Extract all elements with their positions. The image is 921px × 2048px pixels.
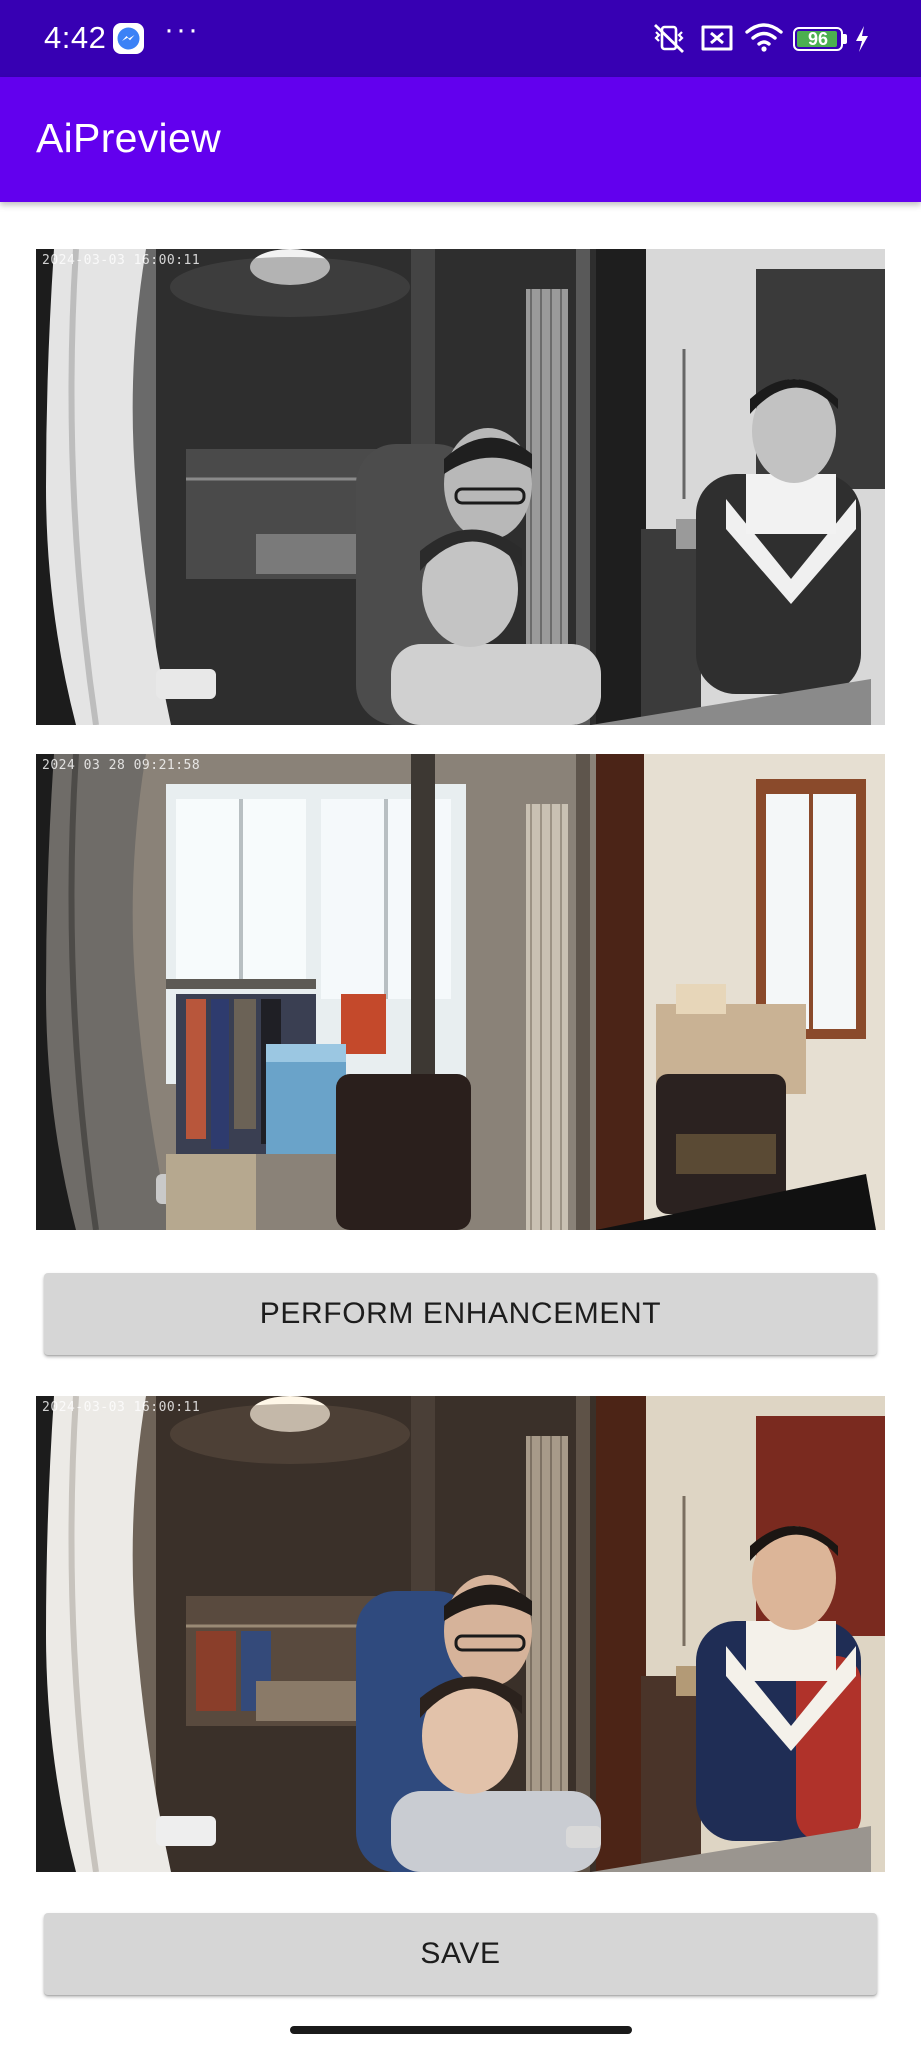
app-bar: AiPreview (0, 77, 921, 202)
more-notifications-icon: ··· (164, 13, 200, 46)
battery-tip (843, 34, 847, 44)
perform-enhancement-button[interactable]: PERFORM ENHANCEMENT (44, 1273, 877, 1355)
image-timestamp: 2024-03-03 16:00:11 (42, 1400, 201, 1415)
save-button[interactable]: SAVE (44, 1913, 877, 1995)
navigation-gesture-handle[interactable] (290, 2026, 632, 2034)
status-time: 4:42 (44, 20, 107, 55)
image-timestamp: 2024-03-03 16:00:11 (42, 253, 201, 268)
no-sim-icon (700, 23, 734, 57)
battery-icon: 96 (793, 27, 843, 51)
wifi-icon (745, 21, 783, 57)
reference-image: 2024 03 28 09:21:58 (36, 754, 885, 1230)
battery-level: 96 (807, 29, 829, 49)
enhanced-image: 2024-03-03 16:00:11 (36, 1396, 885, 1872)
vibrate-off-icon (651, 20, 687, 60)
charging-bolt-icon (854, 25, 870, 57)
messenger-icon (113, 23, 144, 54)
app-title: AiPreview (36, 115, 221, 161)
original-image: 2024-03-03 16:00:11 (36, 249, 885, 725)
image-timestamp: 2024 03 28 09:21:58 (42, 758, 201, 773)
status-bar: 4:42 ··· 96 (0, 0, 921, 77)
